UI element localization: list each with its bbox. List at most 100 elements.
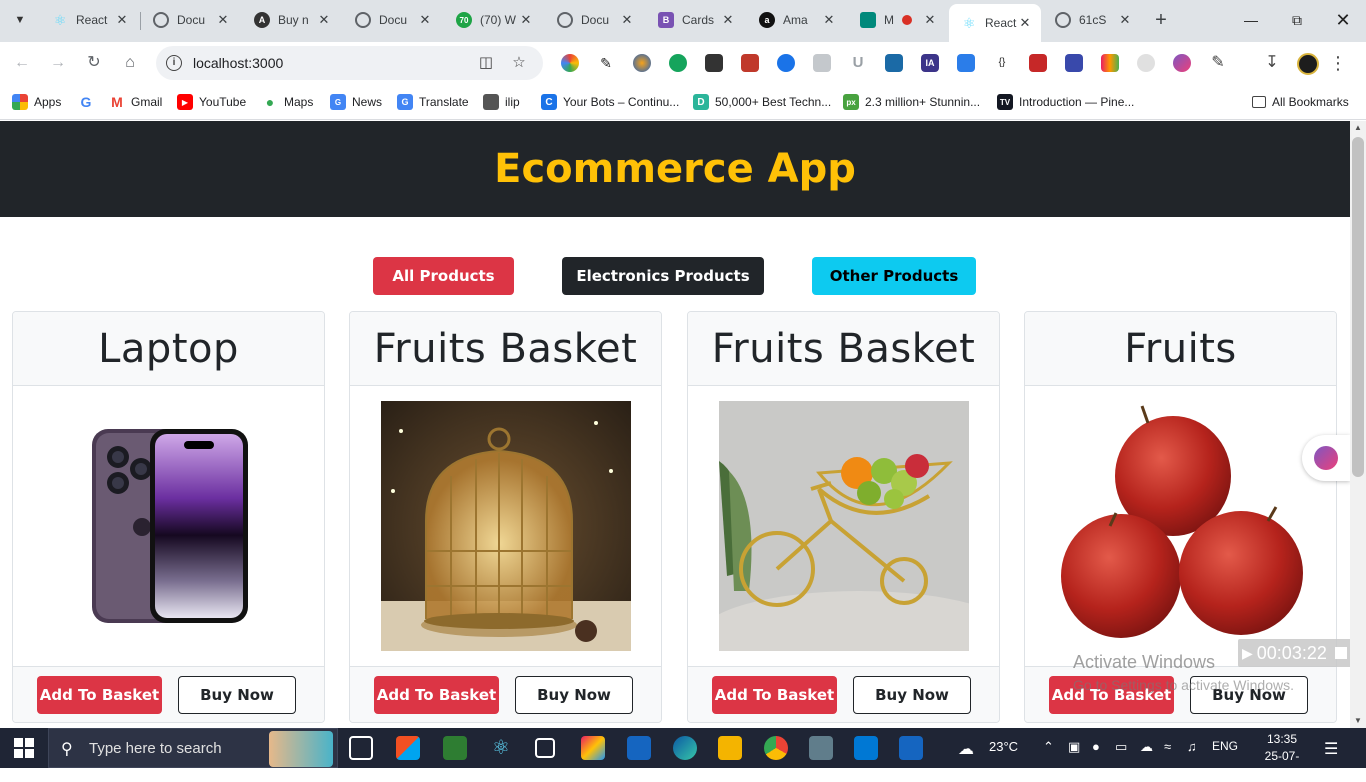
close-window-icon[interactable]: ✕	[1320, 0, 1366, 40]
grammarly-icon[interactable]	[669, 54, 687, 72]
browser-tab[interactable]: a Ama ✕	[747, 4, 845, 36]
extension-icon[interactable]	[633, 54, 651, 72]
bookmark-google[interactable]: G	[78, 92, 100, 112]
restore-icon[interactable]: ⧉	[1274, 0, 1320, 40]
bookmark-your-bots[interactable]: C Your Bots – Continu...	[541, 92, 679, 112]
forward-arrow-icon[interactable]: →	[46, 51, 70, 75]
vscode-icon[interactable]	[854, 736, 878, 760]
recording-timer[interactable]: ▶ 00:03:22	[1238, 639, 1350, 667]
app-icon[interactable]	[581, 736, 605, 760]
code-extension-icon[interactable]	[813, 54, 831, 72]
taskbar-search[interactable]: ⚲ Type here to search	[48, 728, 338, 768]
browser-tab[interactable]: 61cS ✕	[1043, 4, 1141, 36]
page-scrollbar[interactable]: ▲ ▼	[1350, 121, 1366, 728]
app-square-icon[interactable]	[535, 738, 555, 758]
address-url[interactable]: localhost:3000	[193, 55, 283, 71]
buy-now-button[interactable]: Buy Now	[178, 676, 296, 714]
weather-temp[interactable]: 23°C	[989, 739, 1018, 754]
webex-icon[interactable]	[899, 736, 923, 760]
brain-assistant-float-button[interactable]	[1302, 435, 1350, 481]
bookmark-pine[interactable]: TV Introduction — Pine...	[997, 92, 1134, 112]
tab-close-icon[interactable]: ✕	[619, 12, 635, 28]
chrome-icon[interactable]	[764, 736, 788, 760]
minimize-icon[interactable]: —	[1228, 0, 1274, 40]
colorpicker-extension-icon[interactable]	[561, 54, 579, 72]
bookmark-gmail[interactable]: M Gmail	[109, 92, 162, 112]
bookmark-youtube[interactable]: ▶ YouTube	[177, 92, 246, 112]
all-bookmarks[interactable]: All Bookmarks	[1252, 92, 1349, 112]
taskbar-clock[interactable]: 13:35 25-07-2024	[1252, 731, 1312, 782]
cloud-icon[interactable]: ☁	[1140, 739, 1153, 755]
address-bar[interactable]: i localhost:3000 ◫ ☆	[156, 46, 543, 80]
bookmark-translate[interactable]: G Translate	[397, 92, 469, 112]
back-arrow-icon[interactable]: ←	[10, 51, 34, 75]
tab-close-icon[interactable]: ✕	[215, 12, 231, 28]
bookmark-news[interactable]: G News	[330, 92, 382, 112]
browser-tab[interactable]: A Buy n ✕	[242, 4, 340, 36]
medium-extension-icon[interactable]	[705, 54, 723, 72]
microsoft-store-icon[interactable]	[396, 736, 420, 760]
brain-extension-icon[interactable]	[1173, 54, 1191, 72]
eyedropper-extension-icon[interactable]: ✎	[597, 54, 615, 72]
browser-tab[interactable]: M ✕	[848, 4, 946, 36]
tab-close-icon[interactable]: ✕	[922, 12, 938, 28]
scroll-down-arrow-icon[interactable]: ▼	[1350, 714, 1366, 728]
browser-tab[interactable]: B Cards ✕	[646, 4, 744, 36]
tab-search-chevron-icon[interactable]: ▼	[8, 8, 32, 32]
tab-close-icon[interactable]: ✕	[417, 12, 433, 28]
tab-close-icon[interactable]: ✕	[720, 12, 736, 28]
electronics-products-button[interactable]: Electronics Products	[562, 257, 764, 295]
scroll-up-arrow-icon[interactable]: ▲	[1350, 121, 1366, 135]
browser-tab[interactable]: Docu ✕	[141, 4, 239, 36]
home-icon[interactable]: ⌂	[118, 51, 142, 75]
browser-tab[interactable]: Docu ✕	[343, 4, 441, 36]
browser-tab[interactable]: ⚛ React ✕	[40, 4, 138, 36]
extension-icon[interactable]	[957, 54, 975, 72]
profile-avatar[interactable]	[1297, 53, 1319, 75]
weather-icon[interactable]: ☁	[958, 739, 974, 759]
all-products-button[interactable]: All Products	[373, 257, 514, 295]
language-indicator[interactable]: ENG	[1212, 739, 1238, 753]
tab-close-icon[interactable]: ✕	[1117, 12, 1133, 28]
extension-icon[interactable]	[885, 54, 903, 72]
app-icon[interactable]	[443, 736, 467, 760]
bookmark-stunning[interactable]: px 2.3 million+ Stunnin...	[843, 92, 980, 112]
wifi-icon[interactable]: ≈	[1164, 739, 1171, 754]
display-icon[interactable]: ▭	[1115, 739, 1127, 755]
windows-start-icon[interactable]	[14, 738, 34, 758]
react-devtools-icon[interactable]: ⚛	[489, 736, 513, 760]
other-products-button[interactable]: Other Products	[812, 257, 976, 295]
file-explorer-icon[interactable]	[718, 736, 742, 760]
network-icon[interactable]: ▣	[1068, 739, 1080, 755]
bookmark-best-tech[interactable]: D 50,000+ Best Techn...	[693, 92, 831, 112]
menu-kebab-icon[interactable]: ⋮	[1328, 53, 1348, 73]
browser-tab-active[interactable]: ⚛ React ✕	[949, 4, 1041, 42]
new-tab-plus-icon[interactable]: +	[1150, 9, 1172, 31]
add-to-basket-button[interactable]: Add To Basket	[712, 676, 837, 714]
browser-tab[interactable]: Docu ✕	[545, 4, 643, 36]
download-icon[interactable]: ↧	[1262, 53, 1282, 73]
scrollbar-thumb[interactable]	[1352, 137, 1364, 477]
ia-extension-icon[interactable]: IA	[921, 54, 939, 72]
tab-close-icon[interactable]: ✕	[316, 12, 332, 28]
extension-icon[interactable]	[1137, 54, 1155, 72]
camera-app-icon[interactable]	[809, 736, 833, 760]
tab-close-icon[interactable]: ✕	[114, 12, 130, 28]
buy-now-button[interactable]: Buy Now	[515, 676, 633, 714]
buy-now-button[interactable]: Buy Now	[853, 676, 971, 714]
chevron-up-icon[interactable]: ⌃	[1043, 739, 1054, 755]
bookmark-ilip[interactable]: ilip	[483, 92, 520, 112]
add-to-basket-button[interactable]: Add To Basket	[37, 676, 162, 714]
notifications-icon[interactable]: ☰	[1324, 739, 1338, 759]
u-extension-icon[interactable]: U	[849, 54, 867, 72]
add-to-basket-button[interactable]: Add To Basket	[374, 676, 499, 714]
bookmark-star-icon[interactable]: ☆	[510, 54, 528, 72]
reload-icon[interactable]: ↻	[82, 51, 106, 75]
extension-icon[interactable]	[1029, 54, 1047, 72]
video-extension-icon[interactable]	[741, 54, 759, 72]
site-info-icon[interactable]: i	[166, 55, 182, 71]
volume-icon[interactable]: ♫	[1187, 739, 1197, 754]
tab-close-icon[interactable]: ✕	[1017, 15, 1033, 31]
webex-icon[interactable]	[627, 736, 651, 760]
extension-icon[interactable]	[777, 54, 795, 72]
